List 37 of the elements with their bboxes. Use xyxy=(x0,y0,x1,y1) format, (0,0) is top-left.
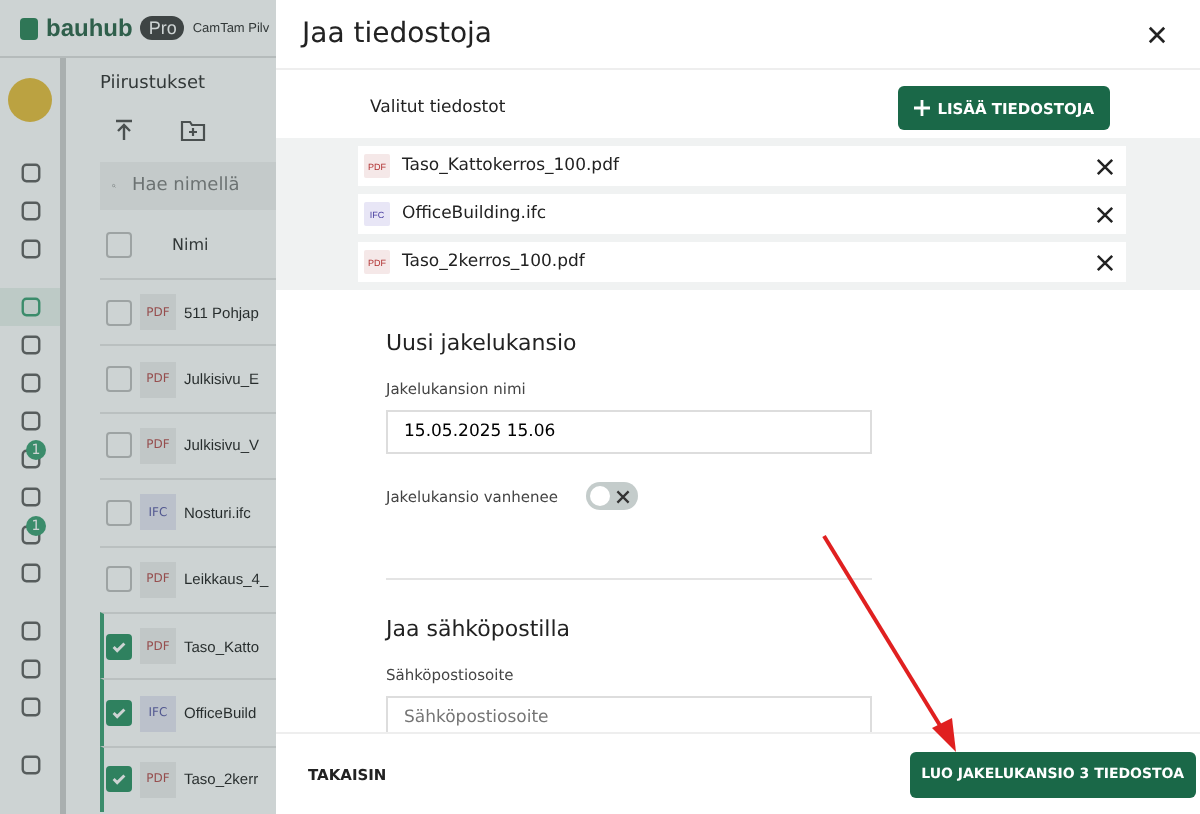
row-checkbox[interactable] xyxy=(106,499,132,526)
remove-icon[interactable] xyxy=(1096,157,1114,175)
file-name: Taso_2kerros_100.pdf xyxy=(402,252,587,272)
logo: bauhub xyxy=(46,14,133,42)
row-checkbox[interactable] xyxy=(106,766,132,793)
remove-icon[interactable] xyxy=(1096,253,1114,271)
row-checkbox[interactable] xyxy=(106,633,132,660)
email-field[interactable]: Sähköpostiosoite xyxy=(386,696,872,732)
section-label: Valitut tiedostot xyxy=(370,98,506,118)
check-icon xyxy=(110,637,128,656)
upload-icon[interactable] xyxy=(112,118,136,142)
file-name: OfficeBuilding.ifc xyxy=(402,204,549,224)
x-icon xyxy=(616,489,630,503)
section-heading: Jaa sähköpostilla xyxy=(386,616,573,642)
row-checkbox[interactable] xyxy=(106,299,132,326)
row-checkbox[interactable] xyxy=(106,432,132,459)
close-icon[interactable] xyxy=(1148,25,1166,43)
select-all-checkbox[interactable] xyxy=(106,231,132,257)
row-checkbox[interactable] xyxy=(106,366,132,393)
page-title: Piirustukset xyxy=(100,74,208,94)
search-input[interactable]: Hae nimellä xyxy=(128,174,276,198)
plus-icon xyxy=(913,100,930,116)
expiry-toggle[interactable] xyxy=(586,482,638,510)
dialog-title: Jaa tiedostoja xyxy=(302,18,492,50)
search-field[interactable]: Hae nimellä xyxy=(100,162,276,210)
logo-icon xyxy=(20,17,38,39)
column-header[interactable]: Nimi xyxy=(172,235,209,253)
remove-icon[interactable] xyxy=(1096,205,1114,223)
row-checkbox[interactable] xyxy=(106,700,132,727)
plan-badge: Pro xyxy=(140,16,185,40)
section-heading: Uusi jakelukansio xyxy=(386,330,579,356)
check-icon xyxy=(110,704,128,723)
check-icon xyxy=(110,770,128,789)
folder-plus-icon[interactable] xyxy=(180,118,206,142)
file-name: Taso_Kattokerros_100.pdf xyxy=(402,156,622,176)
folder-name-field[interactable]: 15.05.2025 15.06 xyxy=(386,410,872,454)
row-checkbox[interactable] xyxy=(106,566,132,593)
